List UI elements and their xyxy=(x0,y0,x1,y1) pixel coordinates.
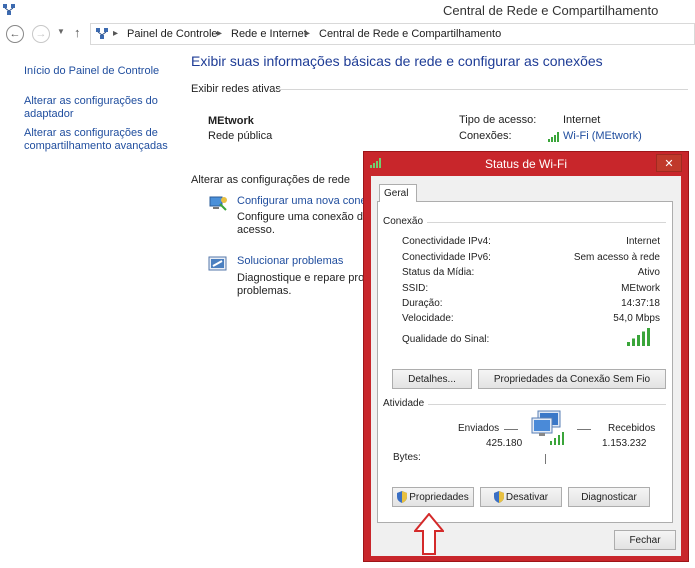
breadcrumb-separator-icon: ▸ xyxy=(217,28,223,39)
row-speed-label: Velocidade: xyxy=(402,313,454,324)
change-settings-label: Alterar as configurações de rede xyxy=(191,174,350,186)
network-center-icon xyxy=(96,28,108,39)
task-troubleshoot-link[interactable]: Solucionar problemas xyxy=(237,255,343,267)
dialog-close-icon[interactable]: ✕ xyxy=(656,154,682,172)
divider xyxy=(278,89,688,90)
sidebar-link-line: Alterar as configurações de xyxy=(24,127,158,139)
close-button[interactable]: Fechar xyxy=(614,530,676,550)
recent-locations-chevron-icon[interactable]: ▼ xyxy=(57,27,65,36)
access-type-label: Tipo de acesso: xyxy=(459,114,537,126)
network-computers-icon xyxy=(531,410,564,445)
task-desc-line: Configure uma conexão de xyxy=(237,211,370,223)
signal-quality-label: Qualidade do Sinal: xyxy=(402,334,490,345)
access-type-value: Internet xyxy=(563,114,601,126)
wifi-status-dialog: Status de Wi-Fi ✕ Geral Conexão Conectiv… xyxy=(363,151,689,562)
signal-bar xyxy=(632,338,635,346)
sidebar-link-line: Alterar as configurações do xyxy=(24,95,158,107)
troubleshoot-icon xyxy=(208,256,227,271)
network-center-icon xyxy=(3,4,15,15)
activity-group-label: Atividade xyxy=(383,398,429,409)
task-desc-line: acesso. xyxy=(237,224,275,236)
sidebar-link-line: compartilhamento avançadas xyxy=(24,140,168,152)
signal-bar xyxy=(647,328,650,346)
wireless-properties-button[interactable]: Propriedades da Conexão Sem Fio xyxy=(478,369,666,389)
diagnose-button[interactable]: Diagnosticar xyxy=(568,487,650,507)
row-ssid-label: SSID: xyxy=(402,283,429,294)
row-media-label: Status da Mídia: xyxy=(402,267,475,278)
breadcrumb-rede-internet[interactable]: Rede e Internet xyxy=(231,28,307,40)
sidebar-link-adaptador[interactable]: Alterar as configurações do adaptador xyxy=(24,95,158,121)
dialog-titlebar: Status de Wi-Fi ✕ xyxy=(364,152,688,176)
connection-wifi-link[interactable]: Wi-Fi (MEtwork) xyxy=(563,130,642,142)
row-media-value: Ativo xyxy=(637,267,660,278)
back-arrow-icon[interactable]: ← xyxy=(6,25,24,43)
task-desc-line: Diagnostique e repare probl xyxy=(237,272,373,284)
details-button[interactable]: Detalhes... xyxy=(392,369,472,389)
signal-bar xyxy=(627,342,630,346)
task-new-connection-desc: Configure uma conexão de acesso. xyxy=(237,211,369,237)
signal-strength-icon xyxy=(627,328,650,346)
network-name: MEtwork xyxy=(208,115,254,127)
bytes-sent-value: 425.180 xyxy=(486,438,523,449)
highlight-arrow-icon xyxy=(414,513,444,555)
row-ipv6-value: Sem acesso à rede xyxy=(573,252,660,263)
page-heading: Exibir suas informações básicas de rede … xyxy=(191,53,603,69)
activity-dash xyxy=(504,429,518,430)
breadcrumb-painel[interactable]: Painel de Controle xyxy=(127,28,218,40)
sidebar-link-line: adaptador xyxy=(24,108,74,120)
tab-geral[interactable]: Geral xyxy=(379,184,417,202)
breadcrumb-separator-icon: ▸ xyxy=(113,28,119,39)
sidebar-link-compartilhamento[interactable]: Alterar as configurações de compartilham… xyxy=(24,127,168,153)
row-speed-value: 54,0 Mbps xyxy=(613,313,660,324)
activity-divider xyxy=(545,454,546,464)
dialog-body: Geral Conexão Conectividade IPv4: Intern… xyxy=(371,176,681,556)
signal-bar xyxy=(637,335,640,346)
signal-bar xyxy=(642,331,645,346)
disable-button[interactable]: Desativar xyxy=(480,487,562,507)
uac-shield-icon xyxy=(397,491,408,503)
bytes-received-value: 1.153.232 xyxy=(602,438,647,449)
connection-group-label: Conexão xyxy=(383,216,428,227)
address-bar[interactable]: ▸ Painel de Controle ▸ Rede e Internet ▸… xyxy=(90,23,695,45)
row-ipv4-value: Internet xyxy=(626,236,660,247)
bytes-label: Bytes: xyxy=(393,452,421,463)
connections-label: Conexões: xyxy=(459,130,512,142)
up-arrow-icon[interactable]: ↑ xyxy=(74,25,81,40)
wifi-signal-icon xyxy=(548,132,559,142)
window-title: Central de Rede e Compartilhamento xyxy=(443,3,659,18)
window-titlebar: Central de Rede e Compartilhamento xyxy=(0,0,695,22)
tab-panel-geral: Conexão Conectividade IPv4: Internet Con… xyxy=(377,201,673,523)
received-label: Recebidos xyxy=(608,423,656,434)
properties-button-label: Propriedades xyxy=(409,491,469,503)
dialog-title: Status de Wi-Fi xyxy=(484,157,568,171)
sidebar-link-inicio[interactable]: Início do Painel de Controle xyxy=(24,65,159,78)
sent-label: Enviados xyxy=(458,423,500,434)
row-duration-label: Duração: xyxy=(402,298,443,309)
network-type-link: Rede pública xyxy=(208,130,273,142)
row-ipv4-label: Conectividade IPv4: xyxy=(402,236,491,247)
task-desc-line: problemas. xyxy=(237,285,292,297)
active-networks-label: Exibir redes ativas xyxy=(191,83,281,95)
task-new-connection-link[interactable]: Configurar uma nova conex xyxy=(237,195,372,207)
row-ssid-value: MEtwork xyxy=(621,283,660,294)
navigation-bar: ← → ▼ ↑ ▸ Painel de Controle ▸ Rede e In… xyxy=(0,22,695,46)
row-ipv6-label: Conectividade IPv6: xyxy=(402,252,491,263)
activity-dash xyxy=(577,429,591,430)
task-troubleshoot-desc: Diagnostique e repare probl problemas. xyxy=(237,272,373,298)
new-connection-icon xyxy=(209,196,227,211)
disable-button-label: Desativar xyxy=(505,491,549,503)
row-duration-value: 14:37:18 xyxy=(621,298,660,309)
forward-arrow-icon[interactable]: → xyxy=(32,25,50,43)
breadcrumb-separator-icon: ▸ xyxy=(305,28,311,39)
uac-shield-icon xyxy=(493,491,504,503)
breadcrumb-central-rede[interactable]: Central de Rede e Compartilhamento xyxy=(319,28,501,40)
properties-button[interactable]: Propriedades xyxy=(392,487,474,507)
